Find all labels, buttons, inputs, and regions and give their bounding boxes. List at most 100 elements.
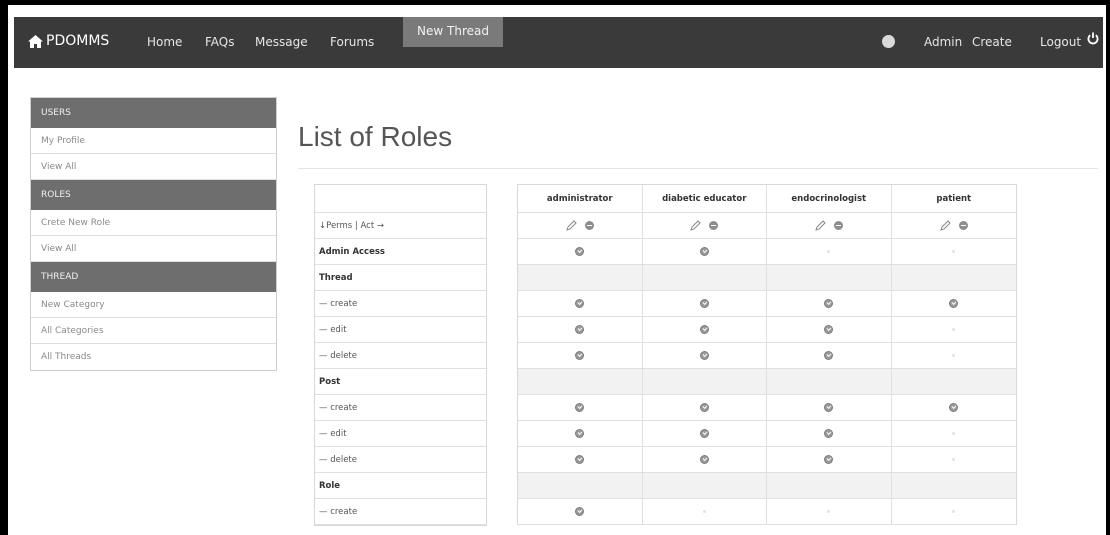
section-label: Thread (315, 265, 486, 291)
permission-cell (892, 265, 1017, 290)
edit-icon[interactable] (939, 220, 951, 231)
home-icon (28, 34, 43, 48)
nav-new-thread[interactable]: New Thread (403, 17, 503, 47)
check-icon[interactable] (824, 429, 834, 438)
permission-cell (643, 447, 767, 472)
empty-dot-icon[interactable] (827, 250, 831, 253)
check-icon[interactable] (949, 403, 959, 412)
permission-cell (518, 317, 643, 342)
permission-cell (643, 473, 767, 498)
edit-icon[interactable] (690, 220, 701, 231)
page-title: List of Roles (298, 121, 453, 152)
nav-message[interactable]: Message (255, 35, 308, 49)
empty-dot-icon[interactable] (952, 510, 956, 513)
empty-dot-icon[interactable] (827, 510, 831, 513)
sidebar-item-new-category[interactable]: New Category (31, 292, 276, 318)
permission-cell (643, 421, 767, 446)
check-icon[interactable] (699, 247, 709, 256)
sidebar-item-my-profile[interactable]: My Profile (31, 128, 276, 154)
check-icon[interactable] (824, 299, 834, 308)
sidebar-item-all-threads[interactable]: All Threads (31, 344, 276, 370)
permission-cell (892, 291, 1017, 316)
empty-dot-icon[interactable] (952, 328, 956, 331)
check-icon[interactable] (575, 429, 585, 438)
empty-dot-icon[interactable] (952, 458, 956, 461)
check-icon[interactable] (699, 351, 709, 360)
edit-icon[interactable] (814, 220, 826, 231)
check-icon[interactable] (575, 455, 585, 464)
permission-cell (892, 239, 1017, 264)
empty-dot-icon[interactable] (952, 354, 956, 357)
check-icon[interactable] (575, 299, 585, 308)
permission-cell (643, 499, 767, 524)
nav-faqs[interactable]: FAQs (205, 35, 235, 49)
delete-icon[interactable] (584, 221, 594, 230)
check-icon[interactable] (699, 299, 709, 308)
nav-home[interactable]: Home (147, 35, 182, 49)
empty-dot-icon[interactable] (702, 510, 706, 513)
permission-cell (892, 317, 1017, 342)
permission-cell (518, 421, 643, 446)
permission-cell (767, 317, 892, 342)
section-label: Admin Access (315, 239, 486, 265)
permission-cell (518, 239, 643, 264)
role-actions-cell (767, 213, 892, 238)
permission-label: — create (315, 291, 486, 317)
empty-dot-icon[interactable] (952, 250, 956, 253)
permission-cell (892, 473, 1017, 498)
sidebar-item-view-all-users[interactable]: View All (31, 154, 276, 180)
power-icon[interactable] (1087, 32, 1099, 45)
table-row (518, 369, 1016, 395)
check-icon[interactable] (699, 429, 709, 438)
check-icon[interactable] (824, 351, 834, 360)
nav-logout[interactable]: Logout (1040, 35, 1081, 49)
check-icon[interactable] (575, 351, 585, 360)
check-icon[interactable] (699, 403, 709, 412)
check-icon[interactable] (575, 507, 585, 516)
check-icon[interactable] (575, 325, 585, 334)
role-header: endocrinologist (767, 185, 892, 212)
delete-icon[interactable] (958, 221, 968, 230)
roles-header-row: administrator diabetic educator endocrin… (518, 185, 1016, 213)
globe-icon[interactable] (882, 35, 895, 48)
permission-cell (643, 291, 767, 316)
check-icon[interactable] (575, 403, 585, 412)
permission-cell (643, 343, 767, 368)
permissions-column: ↓Perms | Act → Admin Access Thread — creat… (314, 184, 487, 526)
table-row (518, 447, 1016, 473)
nav-admin[interactable]: Admin (924, 35, 962, 49)
permission-cell (518, 473, 643, 498)
permission-cell (518, 395, 643, 420)
delete-icon[interactable] (833, 221, 843, 230)
permission-cell (767, 499, 892, 524)
permission-cell (892, 447, 1017, 472)
permission-cell (643, 265, 767, 290)
check-icon[interactable] (824, 403, 834, 412)
permission-cell (767, 343, 892, 368)
permission-cell (518, 291, 643, 316)
sidebar-item-create-role[interactable]: Crete New Role (31, 210, 276, 236)
delete-icon[interactable] (709, 221, 719, 230)
role-header: diabetic educator (643, 185, 767, 212)
check-icon[interactable] (824, 325, 834, 334)
permission-cell (892, 343, 1017, 368)
sidebar-item-all-categories[interactable]: All Categories (31, 318, 276, 344)
check-icon[interactable] (575, 247, 585, 256)
permission-cell (518, 343, 643, 368)
check-icon[interactable] (699, 325, 709, 334)
permission-cell (767, 447, 892, 472)
nav-create[interactable]: Create (972, 35, 1012, 49)
table-row (518, 291, 1016, 317)
table-row (518, 239, 1016, 265)
empty-dot-icon[interactable] (952, 432, 956, 435)
permission-cell (767, 395, 892, 420)
brand-link[interactable]: PDOMMS (28, 33, 109, 49)
edit-icon[interactable] (565, 220, 577, 231)
check-icon[interactable] (699, 455, 709, 464)
sidebar-header-thread: THREAD (31, 262, 276, 292)
nav-forums[interactable]: Forums (330, 35, 374, 49)
check-icon[interactable] (824, 455, 834, 464)
sidebar-item-view-all-roles[interactable]: View All (31, 236, 276, 262)
permission-label: — delete (315, 343, 486, 369)
check-icon[interactable] (949, 299, 959, 308)
